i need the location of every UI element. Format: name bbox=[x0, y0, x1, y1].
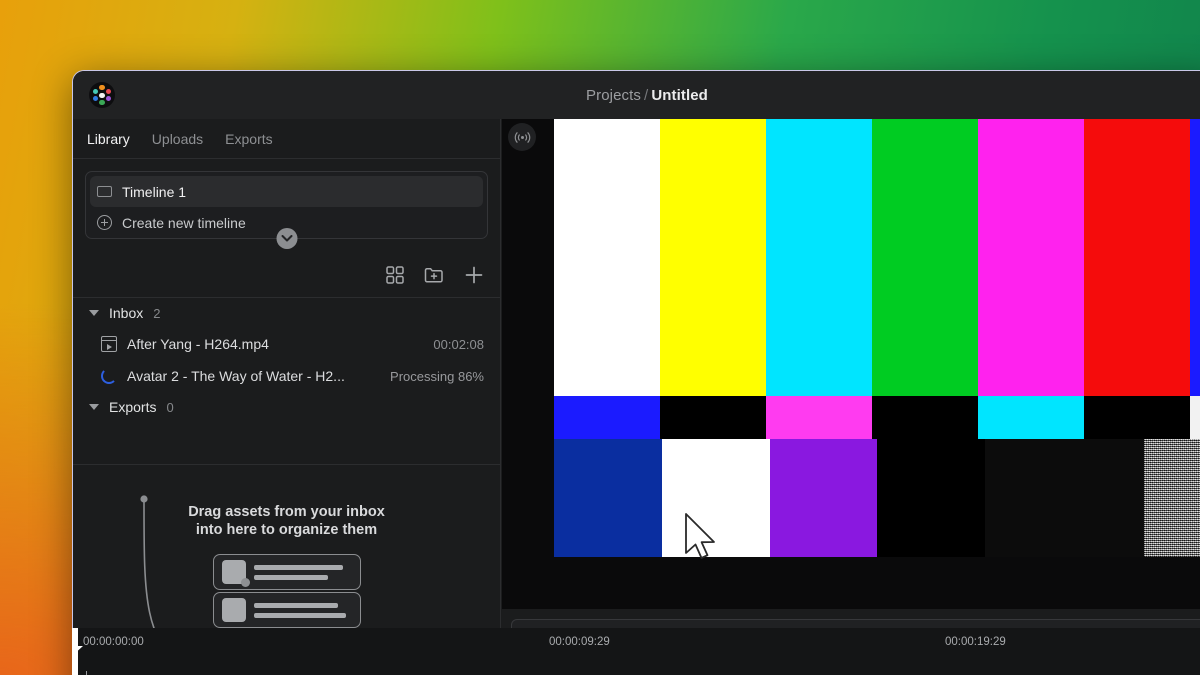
color-bar-mid-0 bbox=[554, 396, 660, 439]
timeline-item-timeline-1[interactable]: Timeline 1 bbox=[90, 176, 483, 207]
playhead[interactable] bbox=[72, 628, 83, 675]
color-bars-bottom bbox=[554, 439, 1200, 557]
film-clip-icon bbox=[100, 336, 118, 352]
ghost-thumbnail bbox=[221, 598, 246, 622]
loading-spinner-icon bbox=[101, 368, 117, 384]
new-folder-icon[interactable] bbox=[424, 266, 444, 284]
library-toolbar bbox=[73, 252, 500, 298]
timeline-item-label: Timeline 1 bbox=[122, 183, 187, 200]
plus-circle-icon bbox=[97, 215, 112, 230]
color-bar-top-4 bbox=[978, 119, 1084, 396]
color-bar-mid-5 bbox=[1084, 396, 1190, 439]
section-inbox-label: Inbox bbox=[109, 305, 144, 321]
color-bar-top-2 bbox=[766, 119, 872, 396]
color-bar-top-3 bbox=[872, 119, 978, 396]
plus-icon[interactable] bbox=[464, 265, 484, 285]
color-bar-mid-3 bbox=[872, 396, 978, 439]
color-bar-bottom-0 bbox=[554, 439, 662, 557]
sidebar-tabs: Library Uploads Exports bbox=[73, 119, 500, 159]
breadcrumb-parent[interactable]: Projects bbox=[586, 87, 641, 104]
ruler-label-1: 00:00:09:29 bbox=[549, 636, 610, 648]
timeline-ruler[interactable]: 00:00:00:00 00:00:09:29 00:00:19:29 bbox=[72, 628, 1200, 675]
color-bar-bottom-2 bbox=[769, 439, 878, 557]
color-bar-mid-6 bbox=[1190, 396, 1200, 439]
color-bar-bottom-4 bbox=[985, 439, 1144, 557]
title-bar: Projects / Untitled bbox=[73, 71, 1200, 119]
ghost-asset-card bbox=[212, 554, 361, 590]
chevron-down-icon[interactable] bbox=[276, 228, 297, 249]
broadcast-icon[interactable] bbox=[508, 123, 536, 151]
breadcrumb: Projects / Untitled bbox=[73, 87, 1200, 104]
empty-state-text: Drag assets from your inbox into here to… bbox=[73, 503, 500, 539]
section-exports[interactable]: Exports 0 bbox=[73, 392, 500, 422]
empty-state-line-1: Drag assets from your inbox bbox=[188, 504, 385, 520]
ruler-label-2: 00:00:19:29 bbox=[945, 636, 1006, 648]
color-bar-top-1 bbox=[660, 119, 766, 396]
asset-name: After Yang - H264.mp4 bbox=[127, 336, 269, 352]
section-inbox[interactable]: Inbox 2 bbox=[73, 298, 500, 328]
library-drop-zone[interactable]: Drag assets from your inbox into here to… bbox=[73, 464, 500, 628]
ghost-text-lines bbox=[253, 564, 352, 580]
tab-uploads[interactable]: Uploads bbox=[152, 131, 203, 147]
empty-state-line-2: into here to organize them bbox=[195, 522, 378, 538]
asset-duration: 00:02:08 bbox=[433, 336, 484, 352]
color-bars-middle bbox=[554, 396, 1200, 439]
create-new-timeline-label: Create new timeline bbox=[122, 214, 246, 231]
color-bar-bottom-3 bbox=[877, 439, 986, 557]
sidebar: Library Uploads Exports Timeline 1 Creat… bbox=[73, 119, 501, 628]
ruler-label-0: 00:00:00:00 bbox=[83, 636, 144, 648]
grid-view-icon[interactable] bbox=[386, 265, 404, 284]
color-bar-bottom-5 bbox=[1143, 439, 1200, 557]
ghost-thumbnail bbox=[221, 560, 250, 587]
color-bar-mid-2 bbox=[766, 396, 872, 439]
breadcrumb-current[interactable]: Untitled bbox=[651, 87, 708, 104]
color-bar-mid-1 bbox=[660, 396, 766, 439]
caret-down-icon bbox=[89, 310, 99, 316]
ghost-text-lines bbox=[253, 602, 352, 618]
color-bar-top-0 bbox=[554, 119, 660, 396]
color-bar-top-5 bbox=[1084, 119, 1190, 396]
tab-exports[interactable]: Exports bbox=[225, 131, 272, 147]
color-bars-top bbox=[554, 119, 1200, 396]
section-exports-label: Exports bbox=[109, 399, 157, 415]
breadcrumb-separator: / bbox=[644, 86, 649, 104]
caret-down-icon bbox=[89, 404, 99, 410]
color-bar-top-6 bbox=[1190, 119, 1200, 396]
asset-name: Avatar 2 - The Way of Water - H2... bbox=[127, 368, 345, 384]
app-window: Projects / Untitled Library Uploads Export… bbox=[72, 70, 1200, 675]
tab-library[interactable]: Library bbox=[87, 131, 130, 147]
asset-processing-status: Processing 86% bbox=[390, 368, 484, 384]
asset-row-avatar-2[interactable]: Avatar 2 - The Way of Water - H2... Proc… bbox=[73, 360, 500, 392]
ruler-tick-major bbox=[86, 671, 87, 675]
section-exports-count: 0 bbox=[166, 399, 174, 415]
asset-row-after-yang[interactable]: After Yang - H264.mp4 00:02:08 bbox=[73, 328, 500, 360]
ghost-asset-card bbox=[212, 592, 361, 628]
color-bar-bottom-1 bbox=[661, 439, 770, 557]
timeline-rect-icon bbox=[97, 186, 112, 197]
timeline-list-card: Timeline 1 Create new timeline bbox=[85, 171, 488, 249]
color-bar-mid-4 bbox=[978, 396, 1084, 439]
video-preview[interactable] bbox=[502, 119, 1200, 609]
section-inbox-count: 2 bbox=[153, 305, 161, 321]
